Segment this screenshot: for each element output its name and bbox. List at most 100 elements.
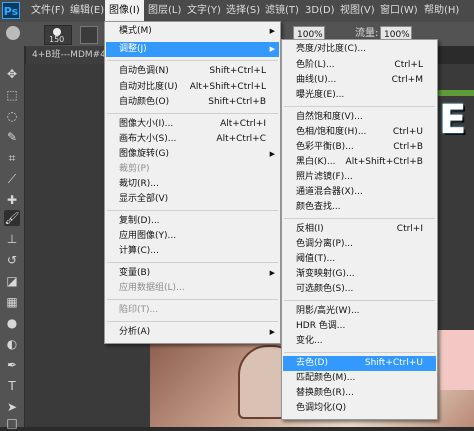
adjust-menu-item-3[interactable]: 曝光度(E)... xyxy=(283,88,436,103)
menu-item-label: 黑白(K)... xyxy=(296,157,336,167)
menu-item-label: 渐变映射(G)... xyxy=(296,269,355,279)
adjust-menu-item-12[interactable]: 色调分离(P)... xyxy=(283,237,436,252)
menu-item-label: HDR 色调... xyxy=(296,321,346,331)
menu-help[interactable]: 帮助(H) xyxy=(420,0,463,22)
menu-item-label: 画布大小(S)... xyxy=(119,134,177,144)
image-menu-item-6[interactable]: 画布大小(S)... Alt+Ctrl+C xyxy=(106,132,279,147)
menu-view[interactable]: 视图(V) xyxy=(336,0,379,22)
image-menu-item-8: 裁剪(P) xyxy=(106,162,279,177)
type-tool-icon[interactable]: T xyxy=(4,378,20,394)
adjust-menu-item-4[interactable]: 自然饱和度(V)... xyxy=(283,110,436,125)
menu-type[interactable]: 文字(Y) xyxy=(183,0,225,22)
pen-tool-icon[interactable]: ✒ xyxy=(4,357,20,373)
menu-file[interactable]: 文件(F) xyxy=(27,0,69,22)
adjust-menu-item-19[interactable]: 去色(D) Shift+Ctrl+U xyxy=(283,356,436,371)
menu-item-label: 曝光度(E)... xyxy=(296,90,345,100)
image-menu-item-9[interactable]: 裁切(R)... xyxy=(106,177,279,192)
image-menu-item-3[interactable]: 自动对比度(U) Alt+Shift+Ctrl+L xyxy=(106,80,279,95)
lasso-tool-icon[interactable]: ◌ xyxy=(4,108,20,124)
image-menu-item-4[interactable]: 自动颜色(O) Shift+Ctrl+B xyxy=(106,95,279,110)
adjust-menu-item-14[interactable]: 渐变映射(G)... xyxy=(283,267,436,282)
menu-3d[interactable]: 3D(D) xyxy=(301,0,339,22)
crop-tool-icon[interactable]: ⌗ xyxy=(4,150,20,166)
menu-image[interactable]: 图像(I) xyxy=(105,0,144,22)
image-menu-item-12[interactable]: 应用图像(Y)... xyxy=(106,229,279,244)
adjust-menu-item-20[interactable]: 匹配颜色(M)... xyxy=(283,371,436,386)
healing-brush-tool-icon[interactable]: ✚ xyxy=(4,192,20,208)
menu-edit[interactable]: 编辑(E) xyxy=(66,0,108,22)
adjust-menu-item-21[interactable]: 替换颜色(R)... xyxy=(283,386,436,401)
menu-filter[interactable]: 滤镜(T) xyxy=(261,0,303,22)
adjust-menu-item-11[interactable]: 反相(I) Ctrl+I xyxy=(283,222,436,237)
image-menu-item-5[interactable]: 图像大小(I)... Alt+Ctrl+I xyxy=(106,117,279,132)
image-menu-item-14[interactable]: 变量(B) ▶ xyxy=(106,266,279,281)
history-brush-tool-icon[interactable]: ↺ xyxy=(4,252,20,268)
brush-preset-icon[interactable] xyxy=(6,26,20,40)
menu-bar: Ps 文件(F) 编辑(E) 图像(I) 图层(L) 文字(Y) 选择(S) 滤… xyxy=(0,0,474,23)
eyedropper-tool-icon[interactable]: ⟋ xyxy=(4,171,20,187)
menu-select[interactable]: 选择(S) xyxy=(222,0,264,22)
menu-item-label: 色彩平衡(B)... xyxy=(296,142,354,152)
adjust-menu-item-6[interactable]: 色彩平衡(B)... Ctrl+B xyxy=(283,140,436,155)
menu-separator xyxy=(107,210,278,211)
image-menu-item-0[interactable]: 模式(M) ▶ xyxy=(106,24,279,39)
menu-item-label: 变化... xyxy=(296,336,323,346)
eraser-tool-icon[interactable]: ◪ xyxy=(4,273,20,289)
adjust-menu-item-2[interactable]: 曲线(U)... Ctrl+M xyxy=(283,73,436,88)
adjust-menu-item-5[interactable]: 色相/饱和度(H)... Ctrl+U xyxy=(283,125,436,140)
gradient-tool-icon[interactable]: ▦ xyxy=(4,294,20,310)
menu-item-label: 裁切(R)... xyxy=(119,179,159,189)
menu-item-label: 阴影/高光(W)... xyxy=(296,306,360,316)
image-menu-item-11[interactable]: 复制(D)... xyxy=(106,214,279,229)
brush-size-picker[interactable]: 150 xyxy=(44,25,72,45)
move-tool-icon[interactable]: ✥ xyxy=(4,66,20,82)
clone-stamp-tool-icon[interactable]: ⊥ xyxy=(4,231,20,247)
adjust-menu-item-10[interactable]: 颜色查找... xyxy=(283,200,436,215)
menu-item-shortcut: Ctrl+I xyxy=(396,224,423,234)
menu-separator xyxy=(107,113,278,114)
document-tab[interactable]: 4+B班---MDM#4 xyxy=(26,46,113,64)
brush-tool-icon[interactable]: 🖌 xyxy=(4,210,20,226)
menu-separator xyxy=(284,300,435,301)
adjust-menu-item-17[interactable]: HDR 色调... xyxy=(283,319,436,334)
menu-item-label: 色调分离(P)... xyxy=(296,239,354,249)
quick-select-tool-icon[interactable]: ✎ xyxy=(4,129,20,145)
menu-item-label: 自然饱和度(V)... xyxy=(296,112,363,122)
submenu-arrow-icon: ▶ xyxy=(269,269,275,277)
menu-item-shortcut: Ctrl+L xyxy=(394,60,423,70)
menu-item-shortcut: Shift+Ctrl+U xyxy=(364,358,423,368)
adjust-menu-item-7[interactable]: 黑白(K)... Alt+Shift+Ctrl+B xyxy=(283,155,436,170)
adjust-menu-item-8[interactable]: 照片滤镜(F)... xyxy=(283,170,436,185)
menu-item-label: 阈值(T)... xyxy=(296,254,336,264)
adjust-menu-item-13[interactable]: 阈值(T)... xyxy=(283,252,436,267)
path-select-tool-icon[interactable]: ➤ xyxy=(4,399,20,415)
dodge-tool-icon[interactable]: ◐ xyxy=(4,336,20,352)
adjust-menu-item-18[interactable]: 变化... xyxy=(283,334,436,349)
blur-tool-icon[interactable]: ● xyxy=(4,315,20,331)
menu-window[interactable]: 窗口(W) xyxy=(376,0,422,22)
adjust-menu-item-22[interactable]: 色调均化(Q) xyxy=(283,401,436,416)
image-menu-item-2[interactable]: 自动色调(N) Shift+Ctrl+L xyxy=(106,64,279,79)
menu-item-label: 亮度/对比度(C)... xyxy=(296,44,366,54)
marquee-tool-icon[interactable]: ⬚ xyxy=(4,87,20,103)
image-menu-item-1[interactable]: 调整(J) ▶ xyxy=(106,42,279,57)
menu-separator xyxy=(284,106,435,107)
adjust-menu-item-9[interactable]: 通道混合器(X)... xyxy=(283,185,436,200)
image-menu-item-7[interactable]: 图像旋转(G) ▶ xyxy=(106,147,279,162)
menu-item-label: 模式(M) xyxy=(119,26,152,36)
adjust-menu-item-16[interactable]: 阴影/高光(W)... xyxy=(283,304,436,319)
image-menu-item-10[interactable]: 显示全部(V) xyxy=(106,192,279,207)
adjust-menu-item-1[interactable]: 色阶(L)... Ctrl+L xyxy=(283,58,436,73)
image-menu-item-16: 陷印(T)... xyxy=(106,303,279,318)
image-menu-item-13[interactable]: 计算(C)... xyxy=(106,244,279,259)
menu-item-label: 色相/饱和度(H)... xyxy=(296,127,367,137)
shape-tool-icon[interactable]: □ xyxy=(4,415,20,431)
menu-layer[interactable]: 图层(L) xyxy=(144,0,185,22)
submenu-arrow-icon: ▶ xyxy=(269,328,275,336)
brush-panel-toggle-icon[interactable] xyxy=(80,26,98,44)
submenu-arrow-icon: ▶ xyxy=(269,27,275,35)
image-menu-item-17[interactable]: 分析(A) ▶ xyxy=(106,325,279,340)
adjust-menu-item-0[interactable]: 亮度/对比度(C)... xyxy=(283,42,436,57)
adjust-menu-item-15[interactable]: 可选颜色(S)... xyxy=(283,282,436,297)
menu-separator xyxy=(284,218,435,219)
